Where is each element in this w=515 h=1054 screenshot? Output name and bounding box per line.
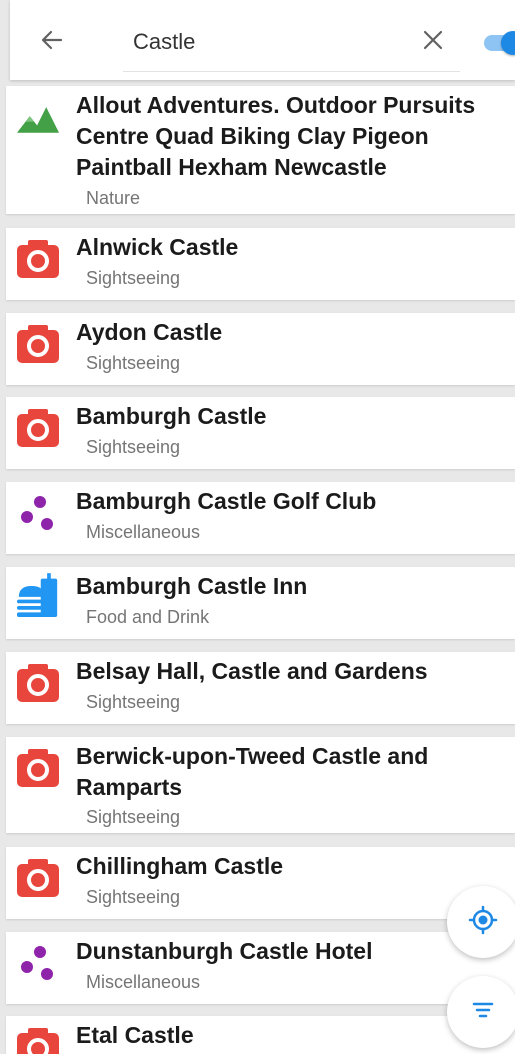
list-item-title: Alnwick Castle [76, 234, 239, 260]
camera-icon [17, 857, 59, 899]
list-item-category: Food and Drink [86, 607, 210, 627]
camera-icon [17, 1026, 59, 1054]
camera-icon [17, 662, 59, 704]
dots-icon [17, 942, 59, 984]
list-item-category: Sightseeing [86, 692, 181, 712]
list-item-category: Nature [86, 188, 141, 208]
my-location-button[interactable] [447, 886, 515, 958]
list-item-title: Bamburgh Castle [76, 403, 267, 429]
filter-icon [471, 1000, 495, 1025]
list-item-title: Aydon Castle [76, 319, 223, 345]
list-item[interactable]: Etal Castle [6, 1016, 515, 1054]
back-button[interactable] [32, 22, 72, 62]
list-item[interactable]: Dunstanburgh Castle Hotel Miscellaneous [6, 932, 515, 1004]
list-item-title: Belsay Hall, Castle and Gardens [76, 658, 428, 684]
list-item-title: Bamburgh Castle Golf Club [76, 488, 377, 514]
close-icon [422, 29, 444, 56]
locate-icon [468, 905, 498, 940]
list-item[interactable]: Bamburgh Castle Sightseeing [6, 397, 515, 469]
list-item-category: Sightseeing [86, 807, 181, 827]
list-item-title: Berwick-upon-Tweed Castle and Ramparts [76, 743, 429, 800]
list-item[interactable]: Belsay Hall, Castle and Gardens Sightsee… [6, 652, 515, 724]
list-item-category: Sightseeing [86, 437, 181, 457]
list-item-category: Sightseeing [86, 353, 181, 373]
clear-search-button[interactable] [413, 22, 453, 62]
camera-icon [17, 238, 59, 280]
list-item[interactable]: Allout Adventures. Outdoor Pursuits Cent… [6, 86, 515, 214]
search-bar [10, 0, 515, 80]
list-item[interactable]: Alnwick Castle Sightseeing [6, 228, 515, 300]
list-item[interactable]: Chillingham Castle Sightseeing [6, 847, 515, 919]
camera-icon [17, 323, 59, 365]
dots-icon [17, 492, 59, 534]
mountain-icon [17, 98, 59, 140]
list-item-title: Etal Castle [76, 1022, 194, 1048]
online-toggle[interactable] [484, 31, 515, 55]
burger-drink-icon [17, 573, 59, 617]
list-item-category: Sightseeing [86, 268, 181, 288]
list-item[interactable]: Bamburgh Castle Golf Club Miscellaneous [6, 482, 515, 554]
search-field [123, 15, 460, 72]
list-item-title: Dunstanburgh Castle Hotel [76, 938, 373, 964]
toggle-knob [501, 31, 515, 55]
list-item-category: Miscellaneous [86, 522, 201, 542]
filter-button[interactable] [447, 976, 515, 1048]
camera-icon [17, 407, 59, 449]
list-item-title: Bamburgh Castle Inn [76, 573, 308, 599]
back-arrow-icon [40, 28, 64, 57]
list-item-title: Chillingham Castle [76, 853, 284, 879]
list-item-category: Miscellaneous [86, 972, 201, 992]
search-input[interactable] [123, 15, 413, 69]
camera-icon [17, 747, 59, 789]
list-item[interactable]: Berwick-upon-Tweed Castle and Ramparts S… [6, 737, 515, 833]
list-item-category: Sightseeing [86, 887, 181, 907]
list-item-title: Allout Adventures. Outdoor Pursuits Cent… [76, 92, 476, 180]
list-item[interactable]: Aydon Castle Sightseeing [6, 313, 515, 385]
list-item[interactable]: Bamburgh Castle Inn Food and Drink [6, 567, 515, 639]
